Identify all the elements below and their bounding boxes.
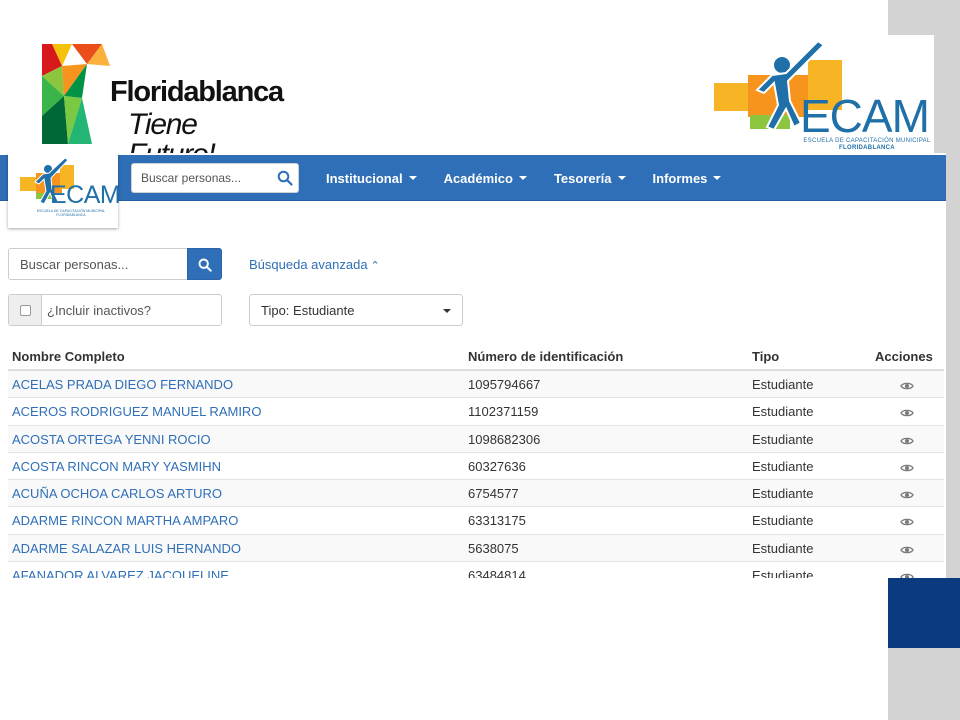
- include-inactive-group: ¿Incluir inactivos?: [8, 294, 222, 326]
- include-inactive-checkbox[interactable]: [20, 305, 31, 316]
- person-tipo: Estudiante: [752, 431, 814, 447]
- person-name-link[interactable]: ACUÑA OCHOA CARLOS ARTURO: [12, 486, 222, 501]
- tipo-select[interactable]: Tipo: Estudiante: [249, 294, 463, 326]
- people-search-button[interactable]: [187, 248, 222, 280]
- ecam-logo-large: ECAM ESCUELA DE CAPACITACIÓN MUNICIPAL F…: [712, 35, 934, 155]
- include-inactive-label: ¿Incluir inactivos?: [47, 303, 152, 318]
- person-name-link[interactable]: ADARME RINCON MARTHA AMPARO: [12, 513, 238, 528]
- person-name-link[interactable]: ACOSTA RINCON MARY YASMIHN: [12, 459, 221, 474]
- navbar-ecam-logo[interactable]: ECAM ESCUELA DE CAPACITACIÓN MUNICIPAL F…: [8, 153, 121, 228]
- person-id: 6754577: [468, 486, 519, 502]
- eye-icon[interactable]: [900, 461, 914, 472]
- person-id: 1098682306: [468, 431, 541, 447]
- search-icon[interactable]: [277, 170, 293, 186]
- navbar-search-input[interactable]: [132, 164, 272, 192]
- column-header-id: Número de identificación: [468, 349, 624, 364]
- advanced-search-link[interactable]: Búsqueda avanzada ⌃: [249, 257, 380, 272]
- table-body: ACELAS PRADA DIEGO FERNANDO 1095794667 Est…: [8, 371, 944, 578]
- eye-icon[interactable]: [900, 570, 914, 578]
- ecam-logo-word: ECAM: [800, 90, 930, 142]
- person-id: 60327636: [468, 458, 526, 474]
- tipo-select-value: Tipo: Estudiante: [261, 303, 355, 318]
- eye-icon[interactable]: [900, 515, 914, 526]
- double-chevron-up-icon: ⌃: [370, 260, 380, 272]
- person-id: 1102371159: [468, 404, 539, 420]
- people-search: [8, 248, 222, 280]
- table-row: AFANADOR ALVAREZ JACQUELINE 63484814 Estud…: [8, 562, 944, 578]
- menu-academico[interactable]: Académico: [444, 171, 527, 186]
- person-id: 63313175: [468, 513, 526, 529]
- person-tipo: Estudiante: [752, 486, 814, 502]
- ecam-logo-subtitle: ESCUELA DE CAPACITACIÓN MUNICIPAL FLORID…: [803, 138, 931, 152]
- person-tipo: Estudiante: [752, 540, 814, 556]
- person-id: 63484814: [468, 568, 526, 578]
- column-header-tipo: Tipo: [752, 349, 780, 364]
- person-tipo: Estudiante: [752, 404, 814, 420]
- caret-down-icon: [617, 176, 626, 180]
- table-row: ACOSTA ORTEGA YENNI ROCIO 1098682306 Estud…: [8, 425, 944, 453]
- eye-icon[interactable]: [900, 488, 914, 499]
- municipality-name: Floridablanca: [110, 76, 284, 108]
- include-inactive-addon: [9, 295, 42, 325]
- table-row: ADARME SALAZAR LUIS HERNANDO 5638075 Estud…: [8, 534, 944, 563]
- column-header-name: Nombre Completo: [12, 349, 125, 364]
- person-name-link[interactable]: ACEROS RODRIGUEZ MANUEL RAMIRO: [12, 404, 261, 419]
- menu-institucional[interactable]: Institucional: [326, 171, 417, 186]
- eye-icon[interactable]: [900, 543, 914, 554]
- caret-down-icon: [408, 176, 417, 180]
- table-row: ACEROS RODRIGUEZ MANUEL RAMIRO 1102371159…: [8, 398, 944, 426]
- table-row: ACOSTA RINCON MARY YASMIHN 60327636 Estudi…: [8, 453, 944, 481]
- person-tipo: Estudiante: [752, 513, 814, 529]
- eye-icon[interactable]: [900, 406, 914, 417]
- navbar: Institucional Académico Tesorería Inform…: [0, 155, 946, 201]
- person-name-link[interactable]: ADARME SALAZAR LUIS HERNANDO: [12, 541, 241, 556]
- app-screenshot: Institucional Académico Tesorería Inform…: [0, 153, 946, 578]
- people-search-input[interactable]: [8, 248, 188, 280]
- people-table: Nombre Completo Número de identificación…: [8, 341, 944, 578]
- eye-icon[interactable]: [900, 434, 914, 444]
- menu-tesoreria[interactable]: Tesorería: [554, 171, 626, 186]
- slide-blue-block: [888, 578, 960, 648]
- person-id: 5638075: [468, 540, 519, 556]
- navbar-search: [131, 163, 299, 193]
- person-tipo: Estudiante: [752, 568, 814, 578]
- eye-icon[interactable]: [900, 379, 914, 390]
- person-tipo: Estudiante: [752, 458, 814, 474]
- caret-down-icon: [713, 176, 722, 180]
- person-name-link[interactable]: ACELAS PRADA DIEGO FERNANDO: [12, 377, 233, 392]
- person-id: 1095794667: [468, 377, 541, 392]
- navbar-ecam-subtitle: ESCUELA DE CAPACITACIÓN MUNICIPAL FLORID…: [36, 209, 106, 218]
- caret-down-icon: [518, 176, 527, 180]
- column-header-acciones: Acciones: [875, 349, 933, 364]
- table-header: Nombre Completo Número de identificación…: [8, 341, 944, 371]
- person-name-link[interactable]: ACOSTA ORTEGA YENNI ROCIO: [12, 432, 211, 447]
- menu-informes[interactable]: Informes: [653, 171, 722, 186]
- caret-down-icon: [443, 309, 451, 313]
- navbar-menu: Institucional Académico Tesorería Inform…: [326, 155, 748, 201]
- table-row: ACELAS PRADA DIEGO FERNANDO 1095794667 Est…: [8, 371, 944, 399]
- table-row: ACUÑA OCHOA CARLOS ARTURO 6754577 Estudian…: [8, 480, 944, 508]
- person-tipo: Estudiante: [752, 377, 814, 392]
- person-name-link[interactable]: AFANADOR ALVAREZ JACQUELINE: [12, 568, 229, 578]
- navbar-ecam-word: ECAM: [50, 181, 121, 209]
- floridablanca-logo: Floridablanca Tiene Futuro!: [42, 36, 284, 170]
- search-icon: [198, 258, 212, 272]
- table-row: ADARME RINCON MARTHA AMPARO 63313175 Estud…: [8, 507, 944, 535]
